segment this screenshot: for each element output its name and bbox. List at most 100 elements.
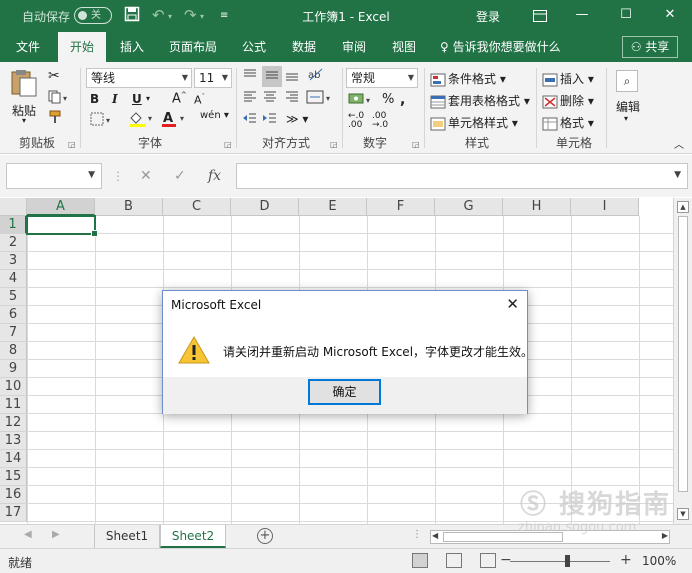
redo-dropdown-icon[interactable]: ▾	[200, 12, 204, 21]
orientation-dropdown-icon[interactable]: ≫ ▾	[286, 112, 308, 126]
zoom-out-icon[interactable]: −	[500, 552, 512, 568]
row-header[interactable]: 11	[0, 396, 27, 414]
ok-button[interactable]: 确定	[308, 379, 381, 405]
name-box[interactable]: ▼	[6, 163, 102, 189]
row-header[interactable]: 4	[0, 270, 27, 288]
tab-formulas[interactable]: 公式	[234, 32, 274, 62]
column-header[interactable]: G	[435, 198, 503, 216]
tab-insert[interactable]: 插入	[112, 32, 152, 62]
percent-icon[interactable]: %	[382, 92, 394, 107]
font-name-combo[interactable]: 等线 ▼	[86, 68, 192, 88]
normal-view-icon[interactable]	[412, 553, 428, 568]
currency-icon[interactable]: ▾	[348, 92, 374, 109]
number-format-combo[interactable]: 常规 ▼	[346, 68, 418, 88]
vertical-scrollbar[interactable]: ▲ ▼	[673, 198, 692, 524]
format-painter-icon[interactable]	[48, 110, 64, 127]
insert-cells-button[interactable]: 插入 ▾	[542, 70, 594, 87]
increase-font-icon[interactable]: A^	[172, 91, 187, 106]
format-cells-button[interactable]: 格式 ▾	[542, 114, 594, 131]
scroll-right-icon[interactable]: ▶	[662, 531, 668, 540]
undo-icon[interactable]: ↶	[152, 6, 165, 24]
tab-home[interactable]: 开始	[58, 32, 106, 62]
align-top-icon[interactable]	[242, 68, 258, 85]
maximize-icon[interactable]: ☐	[606, 0, 646, 32]
row-header[interactable]: 7	[0, 324, 27, 342]
row-header[interactable]: 5	[0, 288, 27, 306]
editing-dropdown-icon[interactable]: ▾	[624, 114, 628, 123]
row-header[interactable]: 16	[0, 486, 27, 504]
number-launcher-icon[interactable]: ◲	[412, 140, 420, 149]
close-icon[interactable]: ✕	[506, 295, 519, 313]
font-size-combo[interactable]: 11 ▼	[194, 68, 232, 88]
next-sheet-icon[interactable]: ▶	[52, 529, 60, 540]
conditional-formatting-button[interactable]: 条件格式 ▾	[430, 70, 506, 87]
tell-me-search[interactable]: ♀ 告诉我你想要做什么	[440, 32, 561, 62]
zoom-slider[interactable]	[510, 561, 610, 562]
insert-function-icon[interactable]: fx	[208, 163, 221, 189]
redo-icon[interactable]: ↷	[184, 6, 197, 24]
sheet-tab-sheet2[interactable]: Sheet2	[160, 525, 226, 548]
tab-view[interactable]: 视图	[384, 32, 424, 62]
zoom-in-icon[interactable]: +	[620, 552, 632, 568]
close-window-icon[interactable]: ✕	[650, 0, 690, 32]
row-header[interactable]: 6	[0, 306, 27, 324]
scroll-down-icon[interactable]: ▼	[677, 508, 689, 520]
alignment-launcher-icon[interactable]: ◲	[330, 140, 338, 149]
italic-button[interactable]: I	[112, 92, 118, 106]
column-header[interactable]: C	[163, 198, 231, 216]
row-header[interactable]: 15	[0, 468, 27, 486]
paste-dropdown-icon[interactable]: ▾	[22, 116, 26, 125]
border-icon[interactable]: ▾	[90, 112, 114, 129]
share-button[interactable]: ⚇ 共享	[622, 36, 678, 58]
row-header[interactable]: 9	[0, 360, 27, 378]
tab-split-icon[interactable]: ⋮	[412, 529, 422, 540]
decrease-decimal-icon[interactable]: .00 →.0	[372, 112, 388, 130]
comma-icon[interactable]: ,	[400, 92, 405, 108]
format-as-table-button[interactable]: 套用表格格式 ▾	[430, 92, 530, 109]
row-header[interactable]: 10	[0, 378, 27, 396]
page-break-view-icon[interactable]	[480, 553, 496, 568]
ribbon-display-icon[interactable]	[520, 0, 560, 32]
save-icon[interactable]	[124, 6, 140, 26]
phonetic-icon[interactable]: wén ▾	[200, 110, 229, 121]
column-header[interactable]: A	[27, 198, 95, 216]
minimize-icon[interactable]: —	[562, 0, 602, 32]
row-header[interactable]: 17	[0, 504, 27, 522]
page-layout-view-icon[interactable]	[446, 553, 462, 568]
cancel-entry-icon[interactable]: ✕	[140, 163, 152, 189]
autosave-toggle[interactable]: 关	[74, 7, 112, 24]
select-all-corner[interactable]	[0, 198, 27, 216]
font-color-icon[interactable]: A ▾	[160, 110, 188, 131]
expand-formula-icon[interactable]: ▼	[674, 170, 681, 180]
scroll-left-icon[interactable]: ◀	[432, 531, 438, 540]
tab-data[interactable]: 数据	[284, 32, 324, 62]
add-sheet-icon[interactable]: +	[257, 528, 273, 544]
font-launcher-icon[interactable]: ◲	[224, 140, 232, 149]
confirm-entry-icon[interactable]: ✓	[174, 163, 186, 189]
column-header[interactable]: I	[571, 198, 639, 216]
underline-button[interactable]: U	[132, 92, 142, 106]
column-header[interactable]: F	[367, 198, 435, 216]
copy-icon[interactable]: ▾	[48, 90, 70, 107]
row-header[interactable]: 8	[0, 342, 27, 360]
cell-styles-button[interactable]: 单元格样式 ▾	[430, 114, 518, 131]
increase-decimal-icon[interactable]: ←.0.00	[348, 112, 364, 130]
row-header[interactable]: 13	[0, 432, 27, 450]
cut-icon[interactable]: ✂	[48, 68, 60, 84]
row-header[interactable]: 14	[0, 450, 27, 468]
underline-dropdown-icon[interactable]: ▾	[146, 94, 150, 103]
align-bottom-icon[interactable]	[284, 68, 300, 85]
login-link[interactable]: 登录	[476, 8, 500, 25]
column-header[interactable]: H	[503, 198, 571, 216]
customize-qat-icon[interactable]: ≡	[220, 10, 228, 21]
fill-color-icon[interactable]: ▾	[128, 110, 156, 131]
sheet-tab-sheet1[interactable]: Sheet1	[94, 525, 160, 548]
prev-sheet-icon[interactable]: ◀	[24, 529, 32, 540]
bold-button[interactable]: B	[90, 92, 99, 106]
increase-indent-icon[interactable]	[262, 112, 278, 129]
zoom-slider-thumb[interactable]	[565, 555, 570, 567]
column-header[interactable]: E	[299, 198, 367, 216]
align-right-icon[interactable]	[284, 90, 300, 107]
zoom-level[interactable]: 100%	[642, 554, 676, 568]
row-header[interactable]: 3	[0, 252, 27, 270]
